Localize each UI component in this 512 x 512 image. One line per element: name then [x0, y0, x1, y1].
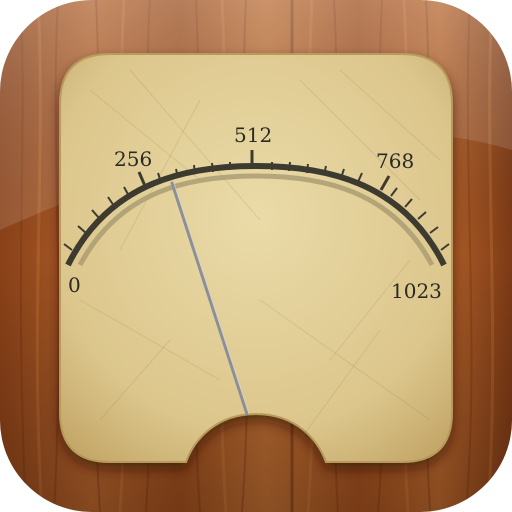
scale-label-min: 0: [68, 273, 81, 297]
scale-label-768: 768: [376, 149, 414, 173]
analog-meter-app-icon[interactable]: 0 256 512 768 1023: [0, 0, 512, 512]
scale-label-512: 512: [234, 123, 272, 147]
scale-label-256: 256: [114, 147, 152, 171]
dial-face: [59, 53, 453, 463]
scale-label-max: 1023: [391, 279, 442, 303]
meter-artwork: 0 256 512 768 1023: [0, 0, 512, 512]
